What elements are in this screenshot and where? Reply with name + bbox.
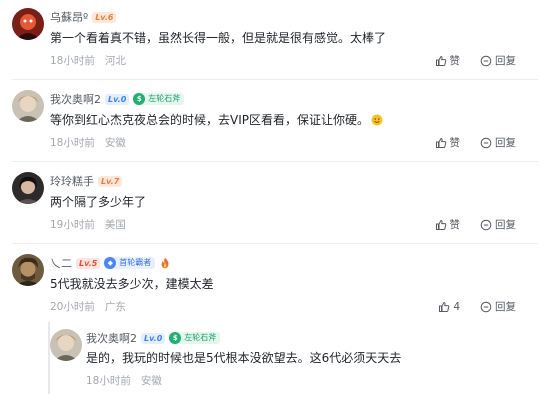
comment-text: 是的，我玩的时候也是5代根本没欲望去。这6代必须天天去 <box>86 351 402 365</box>
username[interactable]: 我次奥啊2 <box>86 330 137 346</box>
timestamp: 19小时前 <box>50 219 95 231</box>
comment-header: 乀二 Lv.5 ◆ 首轮霸者 <box>50 255 171 271</box>
title-badge: $ 左轮石斧 <box>133 93 185 105</box>
reply-thread-line <box>48 322 50 394</box>
comment-meta: 18小时前 安徽 <box>86 374 162 388</box>
username[interactable]: 乀二 <box>50 255 72 271</box>
timestamp: 18小时前 <box>50 55 95 67</box>
like-button[interactable]: 赞 <box>435 54 460 68</box>
green-dollar-badge-icon: $ <box>169 332 182 344</box>
avatar[interactable] <box>12 8 44 40</box>
comment-header: 我次奥啊2 Lv.0 $ 左轮石斧 <box>50 91 185 107</box>
comment-text: 第一个看着真不错，虽然长得一般，但是就是很有感觉。太棒了 <box>50 31 387 45</box>
username[interactable]: 玲玲糕手 <box>50 173 94 189</box>
smiling-face-emoji <box>371 114 383 126</box>
divider <box>12 161 538 162</box>
level-badge: Lv.0 <box>105 93 130 105</box>
thumbs-up-icon <box>435 219 446 231</box>
level-badge: Lv.5 <box>76 257 101 269</box>
comment-meta: 18小时前 安徽 <box>50 136 126 150</box>
avatar[interactable] <box>12 172 44 204</box>
title-badge: $ 左轮石斧 <box>169 332 221 344</box>
reply-bubble-icon <box>480 137 492 149</box>
avatar[interactable] <box>50 329 82 361</box>
location: 河北 <box>104 55 126 67</box>
divider <box>12 79 538 80</box>
reply-bubble-icon <box>480 55 492 67</box>
blue-diamond-badge-icon: ◆ <box>104 257 117 269</box>
location: 安徽 <box>140 375 162 387</box>
reply-bubble-icon <box>480 219 492 231</box>
green-dollar-badge-icon: $ <box>133 93 146 105</box>
comment-actions: 赞 回复 <box>435 218 516 232</box>
comment-header: 乌蘇昂º Lv.6 <box>50 9 117 25</box>
fire-icon <box>161 257 169 269</box>
comment-text: 等你到红心杰克夜总会的时候，去VIP区看看，保证让你硬。 <box>50 112 383 128</box>
comment-header: 我次奥啊2 Lv.0 $ 左轮石斧 <box>86 330 221 346</box>
timestamp: 18小时前 <box>86 375 131 387</box>
timestamp: 20小时前 <box>50 301 95 313</box>
comment-actions: 4 回复 <box>438 300 516 314</box>
comment-meta: 19小时前 美国 <box>50 218 126 232</box>
thumbs-up-icon <box>435 55 446 67</box>
avatar[interactable] <box>12 90 44 122</box>
location: 安徽 <box>104 137 126 149</box>
comment-meta: 18小时前 河北 <box>50 54 126 68</box>
reply-button[interactable]: 回复 <box>480 136 516 150</box>
comment-text: 两个隔了多少年了 <box>50 195 147 209</box>
location: 美国 <box>104 219 126 231</box>
comment-header: 玲玲糕手 Lv.7 <box>50 173 123 189</box>
title-badge: ◆ 首轮霸者 <box>104 257 156 269</box>
comment-text: 5代我就没去多少次，建模太差 <box>50 277 214 291</box>
avatar[interactable] <box>12 254 44 286</box>
level-badge: Lv.6 <box>92 11 117 23</box>
reply-button[interactable]: 回复 <box>480 218 516 232</box>
like-button[interactable]: 赞 <box>435 218 460 232</box>
comment-actions: 赞 回复 <box>435 54 516 68</box>
username[interactable]: 我次奥啊2 <box>50 91 101 107</box>
comment-meta: 20小时前 广东 <box>50 300 126 314</box>
timestamp: 18小时前 <box>50 137 95 149</box>
like-button[interactable]: 赞 <box>435 136 460 150</box>
level-badge: Lv.0 <box>141 332 166 344</box>
level-badge: Lv.7 <box>98 175 123 187</box>
divider <box>12 243 538 244</box>
reply-button[interactable]: 回复 <box>480 54 516 68</box>
thumbs-up-icon <box>439 301 450 313</box>
like-button[interactable]: 4 <box>438 300 460 314</box>
thumbs-up-icon <box>435 137 446 149</box>
username[interactable]: 乌蘇昂º <box>50 9 88 25</box>
location: 广东 <box>104 301 126 313</box>
comment-actions: 赞 回复 <box>435 136 516 150</box>
like-count: 4 <box>453 301 460 313</box>
reply-button[interactable]: 回复 <box>480 300 516 314</box>
reply-bubble-icon <box>480 301 492 313</box>
